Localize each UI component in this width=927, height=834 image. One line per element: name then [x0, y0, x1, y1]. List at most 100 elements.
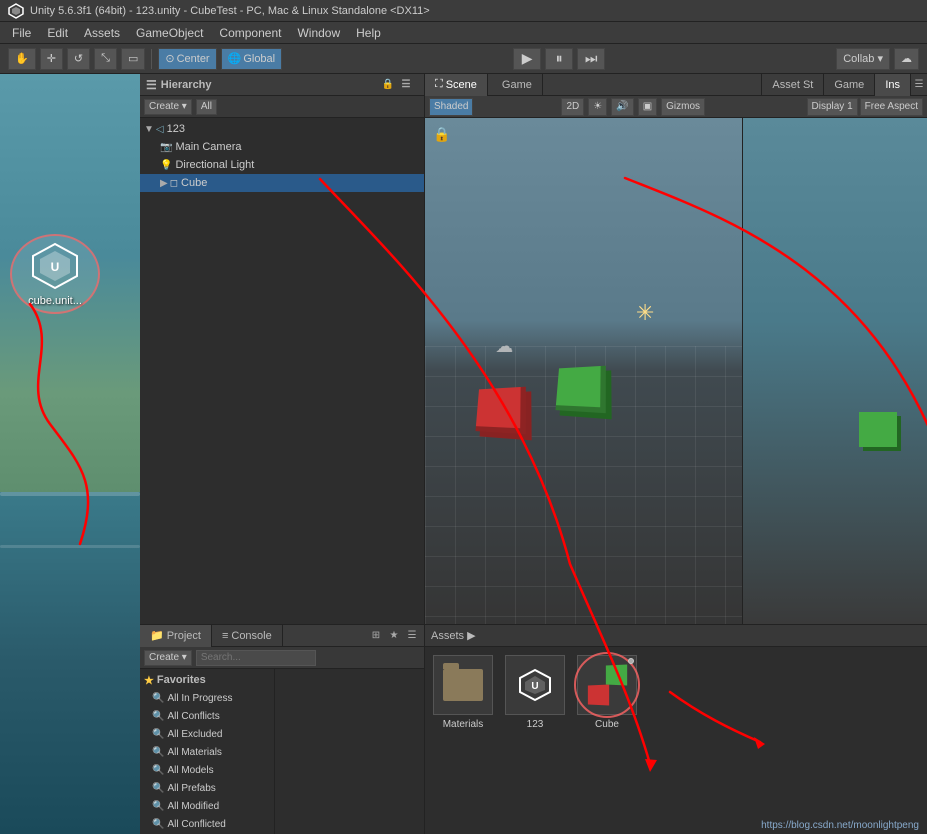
menu-gameobject[interactable]: GameObject: [136, 26, 203, 40]
scene-game-tabs: ⛶ Scene Game Asset St Game: [425, 74, 927, 96]
search-icon-6: 🔍: [152, 783, 164, 794]
shading-button[interactable]: Shaded: [429, 98, 473, 116]
pause-button[interactable]: ⏸: [545, 48, 573, 70]
scene-view[interactable]: ✳ ☁ Iso Y X: [425, 118, 927, 624]
desktop-unity-icon[interactable]: U cube.unit...: [10, 234, 100, 314]
light-icon: 💡: [160, 160, 172, 171]
menu-file[interactable]: File: [12, 26, 31, 40]
cube-arrow: ▶: [160, 178, 168, 189]
menu-edit[interactable]: Edit: [47, 26, 68, 40]
collab-button[interactable]: Collab ▾: [836, 48, 890, 70]
fav-conflicted-label: All Conflicted: [167, 819, 225, 830]
menu-help[interactable]: Help: [356, 26, 381, 40]
play-button[interactable]: ▶: [513, 48, 541, 70]
lighting-button[interactable]: ☀: [588, 98, 607, 116]
materials-icon-box: [433, 655, 493, 715]
project-create-button[interactable]: Create ▾: [144, 650, 192, 666]
audio-button[interactable]: 🔊: [611, 98, 633, 116]
tab-scene[interactable]: ⛶ Scene: [425, 74, 488, 96]
asset-materials[interactable]: Materials: [433, 655, 493, 730]
hierarchy-create-button[interactable]: Create ▾: [144, 99, 192, 115]
2d-button[interactable]: 2D: [561, 98, 584, 116]
search-icon-5: 🔍: [152, 765, 164, 776]
tab-console[interactable]: ≡ Console: [212, 625, 283, 647]
search-icon-1: 🔍: [152, 693, 164, 704]
project-search-input[interactable]: [196, 650, 316, 666]
hand-tool[interactable]: ✋: [8, 48, 36, 70]
gizmos-button[interactable]: Gizmos: [661, 98, 705, 116]
tab-inspector[interactable]: Ins: [875, 74, 911, 96]
project-icon-1[interactable]: ⊞: [368, 628, 384, 644]
scene-cube-red: [476, 386, 526, 433]
cube-dot-indicator: [628, 658, 634, 664]
scale-tool[interactable]: ⤡: [94, 48, 117, 70]
scene-toolbar: Shaded 2D ☀ 🔊 ▣ Gizmos Display 1 Free As…: [425, 96, 927, 118]
move-tool[interactable]: ✛: [40, 48, 63, 70]
fav-all-conflicted[interactable]: 🔍 All Conflicted: [140, 815, 274, 833]
fav-all-conflicts[interactable]: 🔍 All Conflicts: [140, 707, 274, 725]
unity-scene-icon: U: [517, 667, 553, 703]
menu-component[interactable]: Component: [219, 26, 281, 40]
game-right-tab-label: Game: [834, 79, 864, 91]
center-panels: ☰ Hierarchy 🔒 ☰ Create ▾ All ▼ ◁: [140, 74, 927, 834]
effects-button[interactable]: ▣: [638, 98, 657, 116]
rect-tool[interactable]: ▭: [121, 48, 145, 70]
rotate-tool[interactable]: ↺: [67, 48, 90, 70]
center-button[interactable]: ⊙ Center: [158, 48, 216, 70]
project-icon-2[interactable]: ★: [386, 628, 402, 644]
fav-all-excluded[interactable]: 🔍 All Excluded: [140, 725, 274, 743]
status-bar: https://blog.csdn.net/moonlightpeng: [753, 816, 927, 834]
hierarchy-cube[interactable]: ▶ ◻ Cube: [140, 174, 424, 192]
fav-materials-label: All Materials: [167, 747, 221, 758]
aspect-button[interactable]: Free Aspect: [860, 98, 923, 116]
asset-store-tab-label: Asset St: [772, 79, 813, 91]
hierarchy-title: Hierarchy: [161, 79, 212, 91]
camera-label: Main Camera: [175, 141, 241, 153]
unity-logo-icon: [8, 3, 24, 19]
hierarchy-scene[interactable]: ▼ ◁ 123: [140, 120, 424, 138]
materials-asset-label: Materials: [443, 719, 484, 730]
fav-in-progress-label: All In Progress: [167, 693, 232, 704]
tab-game[interactable]: Game: [492, 74, 543, 96]
cloud-icon: ☁: [495, 336, 513, 357]
hierarchy-all-button[interactable]: All: [196, 99, 217, 115]
tab-game-right[interactable]: Game: [824, 74, 875, 96]
fav-all-materials[interactable]: 🔍 All Materials: [140, 743, 274, 761]
fav-prefabs-label: All Prefabs: [167, 783, 215, 794]
fav-models-label: All Models: [167, 765, 213, 776]
menu-window[interactable]: Window: [297, 26, 340, 40]
display-button[interactable]: Display 1: [807, 98, 858, 116]
scene-game-area: ⛶ Scene Game Asset St Game: [425, 74, 927, 624]
tab-asset-store[interactable]: Asset St: [762, 74, 824, 96]
game-cube-green: [859, 412, 897, 447]
scene-lock-icon[interactable]: 🔒: [433, 126, 450, 143]
hierarchy-directional-light[interactable]: 💡 Directional Light: [140, 156, 424, 174]
step-button[interactable]: ⏭: [577, 48, 605, 70]
asset-cube[interactable]: Cube: [577, 655, 637, 730]
fav-all-in-progress[interactable]: 🔍 All In Progress: [140, 689, 274, 707]
bottom-panels: 📁 Project ≡ Console ⊞ ★ ☰ Create ▾: [140, 624, 927, 834]
hierarchy-toolbar: Create ▾ All: [140, 96, 424, 118]
123-asset-label: 123: [527, 719, 544, 730]
hierarchy-main-camera[interactable]: 📷 Main Camera: [140, 138, 424, 156]
project-assets-right: [275, 669, 424, 834]
tab-project[interactable]: 📁 Project: [140, 625, 212, 647]
panel-settings-icon[interactable]: ☰: [911, 77, 927, 93]
camera-icon: 📷: [160, 142, 172, 153]
hierarchy-menu-icon[interactable]: ☰: [398, 77, 414, 93]
sun-icon: ✳: [636, 300, 660, 324]
fav-all-models[interactable]: 🔍 All Models: [140, 761, 274, 779]
global-button[interactable]: 🌐 Global: [221, 48, 283, 70]
favorites-header[interactable]: ★ Favorites: [140, 671, 274, 689]
fav-all-prefabs[interactable]: 🔍 All Prefabs: [140, 779, 274, 797]
asset-123[interactable]: U 123: [505, 655, 565, 730]
cloud-button[interactable]: ☁: [894, 48, 919, 70]
top-panels: ☰ Hierarchy 🔒 ☰ Create ▾ All ▼ ◁: [140, 74, 927, 624]
hierarchy-lock-icon[interactable]: 🔒: [380, 77, 396, 93]
svg-text:U: U: [51, 260, 60, 274]
console-tab-label: Console: [231, 630, 271, 642]
fav-all-modified[interactable]: 🔍 All Modified: [140, 797, 274, 815]
hierarchy-content: ▼ ◁ 123 📷 Main Camera 💡 Directional Ligh…: [140, 118, 424, 624]
project-menu-icon[interactable]: ☰: [404, 628, 420, 644]
menu-assets[interactable]: Assets: [84, 26, 120, 40]
